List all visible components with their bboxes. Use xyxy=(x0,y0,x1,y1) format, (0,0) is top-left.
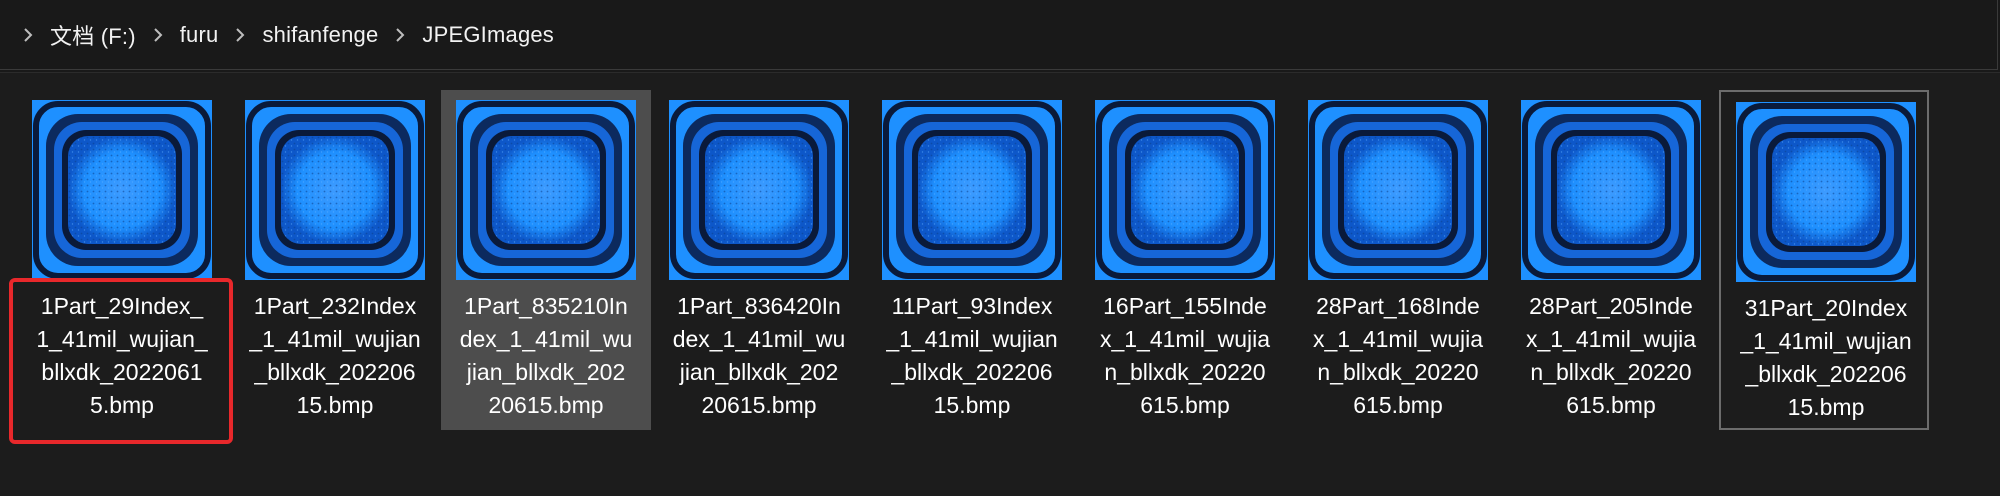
breadcrumb-item-drive[interactable]: 文档 (F:) xyxy=(50,19,136,51)
thumb-texture xyxy=(492,136,600,244)
file-thumbnail xyxy=(456,100,636,280)
file-thumbnail xyxy=(1095,100,1275,280)
file-thumbnail xyxy=(1521,100,1701,280)
file-name: 1Part_836420In dex_1_41mil_wu jian_bllxd… xyxy=(672,293,846,418)
file-name: 28Part_168Inde x_1_41mil_wujia n_bllxdk_… xyxy=(1312,293,1484,418)
chevron-right-icon[interactable] xyxy=(228,23,252,47)
thumb-texture xyxy=(918,136,1026,244)
breadcrumb-item-jpegimages[interactable]: JPEGImages xyxy=(422,22,554,48)
file-tile[interactable]: 11Part_93Index _1_41mil_wujian _bllxdk_2… xyxy=(867,90,1077,430)
breadcrumb-item-furu[interactable]: furu xyxy=(180,22,219,48)
file-tile[interactable]: 1Part_29Index_ 1_41mil_wujian_ bllxdk_20… xyxy=(9,90,233,444)
file-thumbnail xyxy=(32,100,212,280)
file-tile[interactable]: 1Part_835210In dex_1_41mil_wu jian_bllxd… xyxy=(441,90,651,430)
thumb-texture xyxy=(1131,136,1239,244)
file-tile[interactable]: 31Part_20Index _1_41mil_wujian _bllxdk_2… xyxy=(1719,90,1929,430)
thumb-texture xyxy=(1557,136,1665,244)
file-name: 1Part_835210In dex_1_41mil_wu jian_bllxd… xyxy=(459,293,633,418)
thumb-texture xyxy=(281,136,389,244)
file-tile[interactable]: 1Part_232Index _1_41mil_wujian _bllxdk_2… xyxy=(230,90,440,430)
file-name: 1Part_29Index_ 1_41mil_wujian_ bllxdk_20… xyxy=(36,293,208,418)
file-grid: 1Part_29Index_ 1_41mil_wujian_ bllxdk_20… xyxy=(0,90,2000,496)
breadcrumb-item-shifanfenge[interactable]: shifanfenge xyxy=(262,22,378,48)
chevron-right-icon[interactable] xyxy=(16,23,40,47)
file-name: 28Part_205Inde x_1_41mil_wujia n_bllxdk_… xyxy=(1525,293,1697,418)
file-name: 16Part_155Inde x_1_41mil_wujia n_bllxdk_… xyxy=(1099,293,1271,418)
file-tile[interactable]: 16Part_155Inde x_1_41mil_wujia n_bllxdk_… xyxy=(1080,90,1290,430)
file-name: 31Part_20Index _1_41mil_wujian _bllxdk_2… xyxy=(1740,295,1912,420)
thumb-texture xyxy=(1772,138,1880,246)
file-name: 1Part_232Index _1_41mil_wujian _bllxdk_2… xyxy=(249,293,421,418)
file-tile[interactable]: 28Part_205Inde x_1_41mil_wujia n_bllxdk_… xyxy=(1506,90,1716,430)
file-tile[interactable]: 1Part_836420In dex_1_41mil_wu jian_bllxd… xyxy=(654,90,864,430)
file-thumbnail xyxy=(1308,100,1488,280)
thumb-texture xyxy=(1344,136,1452,244)
file-thumbnail xyxy=(669,100,849,280)
chevron-right-icon[interactable] xyxy=(146,23,170,47)
file-thumbnail xyxy=(245,100,425,280)
address-bar: 文档 (F:) furu shifanfenge JPEGImages xyxy=(0,0,2000,73)
file-thumbnail xyxy=(882,100,1062,280)
file-name: 11Part_93Index _1_41mil_wujian _bllxdk_2… xyxy=(886,293,1058,418)
chevron-right-icon[interactable] xyxy=(388,23,412,47)
file-tile[interactable]: 28Part_168Inde x_1_41mil_wujia n_bllxdk_… xyxy=(1293,90,1503,430)
file-thumbnail xyxy=(1736,102,1916,282)
breadcrumb[interactable]: 文档 (F:) furu shifanfenge JPEGImages xyxy=(0,0,1998,70)
thumb-texture xyxy=(705,136,813,244)
thumb-texture xyxy=(68,136,176,244)
